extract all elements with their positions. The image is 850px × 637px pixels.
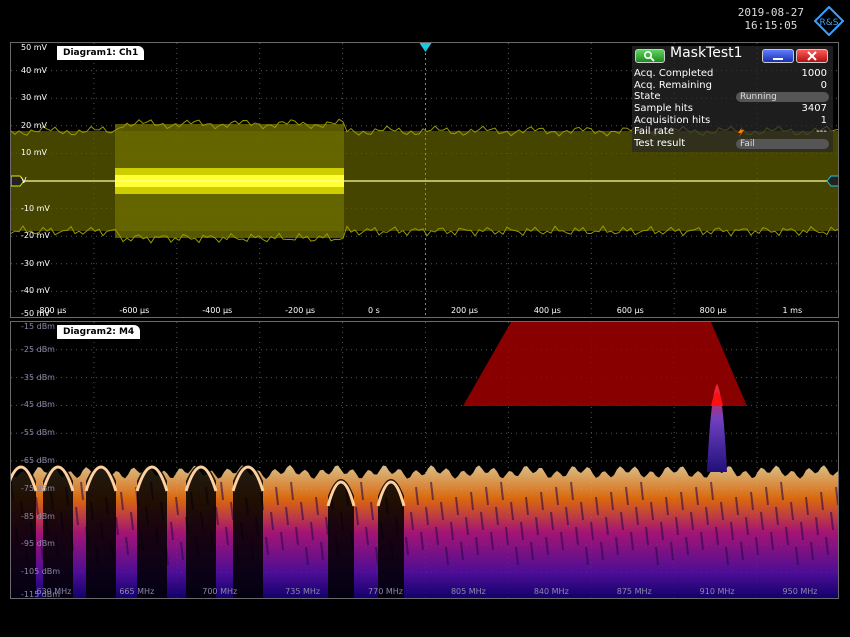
- spectral-null: [233, 464, 263, 598]
- y-tick-label: -55 dBm: [21, 428, 55, 438]
- row-value: 3407: [801, 103, 827, 115]
- row-value: 1: [820, 114, 827, 126]
- y-tick-label: V: [21, 176, 27, 185]
- row-value: 0: [820, 79, 827, 91]
- y-tick-label: -85 dBm: [21, 511, 55, 521]
- row-key: Acquisition hits: [634, 114, 711, 126]
- row-test-result: Test result Fail: [632, 138, 833, 150]
- mask-test-rows: Acq. Completed 1000 Acq. Remaining 0 State…: [632, 68, 833, 150]
- y-tick-label: 10 mV: [21, 148, 47, 158]
- x-tick-label: 800 µs: [699, 306, 727, 315]
- warning-icon: [738, 127, 744, 138]
- minimize-icon: [773, 58, 783, 60]
- row-key: Fail rate: [634, 126, 675, 138]
- rs-logo-icon: R&S: [814, 6, 844, 36]
- y-tick-label: -105 dBm: [21, 567, 61, 577]
- close-icon: [807, 51, 817, 61]
- y-tick-label: 20 mV: [21, 120, 47, 130]
- mask-minimize-button[interactable]: [762, 49, 794, 63]
- x-tick-label: 805 MHz: [450, 587, 486, 596]
- row-fail-rate: Fail rate ---: [632, 126, 833, 138]
- diagram2-panel[interactable]: Diagram2: M4 -15 dBm -25 dBm -35 dBm -45 dB…: [10, 321, 839, 599]
- x-tick-label: -400 µs: [202, 306, 233, 315]
- diagram1-tab[interactable]: Diagram1: Ch1: [57, 46, 145, 60]
- row-acquisition-hits: Acquisition hits 1: [632, 115, 833, 127]
- mask-close-button[interactable]: [796, 49, 828, 63]
- x-tick-label: -600 µs: [119, 306, 150, 315]
- datetime: 2019-08-27 16:15:05: [738, 6, 804, 32]
- diagram2-plot[interactable]: [11, 322, 839, 599]
- mask-test-header: MaskTest1: [632, 46, 833, 68]
- y-tick-label: -15 dBm: [21, 322, 55, 331]
- y-tick-label: -10 mV: [21, 203, 50, 213]
- result-badge: Fail: [736, 139, 829, 150]
- magnifier-icon: [644, 50, 655, 62]
- logo-text: R&S: [820, 18, 839, 28]
- y-tick-label: -65 dBm: [21, 456, 55, 465]
- x-tick-label: 630 MHz: [36, 587, 72, 596]
- x-tick-label: 1 ms: [782, 306, 803, 315]
- y-tick-label: -45 dBm: [21, 400, 55, 410]
- row-key: Acq. Remaining: [634, 79, 712, 91]
- row-state: State Running: [632, 91, 833, 103]
- x-tick-label: 700 MHz: [202, 587, 238, 596]
- row-key: Sample hits: [634, 103, 693, 115]
- row-key: Test result: [634, 138, 686, 150]
- mask-test-title: MaskTest1: [670, 45, 743, 61]
- mask-run-button[interactable]: [635, 49, 665, 63]
- x-tick-label: 735 MHz: [285, 587, 321, 596]
- spectral-null: [86, 464, 116, 598]
- row-acq-remaining: Acq. Remaining 0: [632, 80, 833, 92]
- row-key: Acq. Completed: [634, 68, 714, 79]
- x-tick-label: 875 MHz: [616, 587, 652, 596]
- y-tick-label: -95 dBm: [21, 539, 55, 549]
- x-tick-label: -200 µs: [285, 306, 316, 315]
- row-acq-completed: Acq. Completed 1000: [632, 68, 833, 80]
- y-tick-label: 30 mV: [21, 93, 47, 103]
- spectrum-body: [11, 465, 838, 598]
- y-tick-label: -25 dBm: [21, 344, 55, 354]
- spectral-null: [137, 464, 167, 598]
- x-tick-label: 910 MHz: [699, 587, 735, 596]
- x-tick-label: 770 MHz: [368, 587, 403, 596]
- y-tick-label: -30 mV: [21, 258, 50, 268]
- row-value: 1000: [801, 68, 827, 79]
- spectral-null: [186, 464, 216, 598]
- date-label: 2019-08-27: [737, 6, 804, 19]
- x-tick-label: 665 MHz: [119, 587, 155, 596]
- x-tick-label: 840 MHz: [533, 587, 569, 596]
- x-tick-label: 0 s: [368, 306, 380, 315]
- y-tick-label: 40 mV: [21, 65, 47, 75]
- row-key: State: [634, 91, 661, 103]
- state-badge: Running: [736, 92, 829, 103]
- y-tick-label: -35 dBm: [21, 372, 55, 382]
- y-tick-label: -20 mV: [21, 231, 50, 241]
- row-sample-hits: Sample hits 3407: [632, 103, 833, 115]
- mask-test-dialog[interactable]: MaskTest1 Acq. Completed 1000 Acq. Remain…: [632, 46, 833, 152]
- row-value: ---: [816, 126, 827, 138]
- x-tick-label: 600 µs: [616, 306, 644, 315]
- x-tick-label: 400 µs: [533, 306, 561, 315]
- x-tick-label: 950 MHz: [782, 587, 818, 596]
- diagram2-tab[interactable]: Diagram2: M4: [57, 325, 141, 339]
- y-tick-label: -75 dBm: [21, 483, 55, 493]
- limit-mask: [463, 322, 747, 406]
- y-tick-label: -40 mV: [21, 286, 50, 296]
- x-tick-label: -800 µs: [36, 306, 67, 315]
- y-tick-label: 50 mV: [21, 43, 47, 52]
- time-label: 16:15:05: [744, 19, 798, 32]
- x-tick-label: 200 µs: [450, 306, 479, 315]
